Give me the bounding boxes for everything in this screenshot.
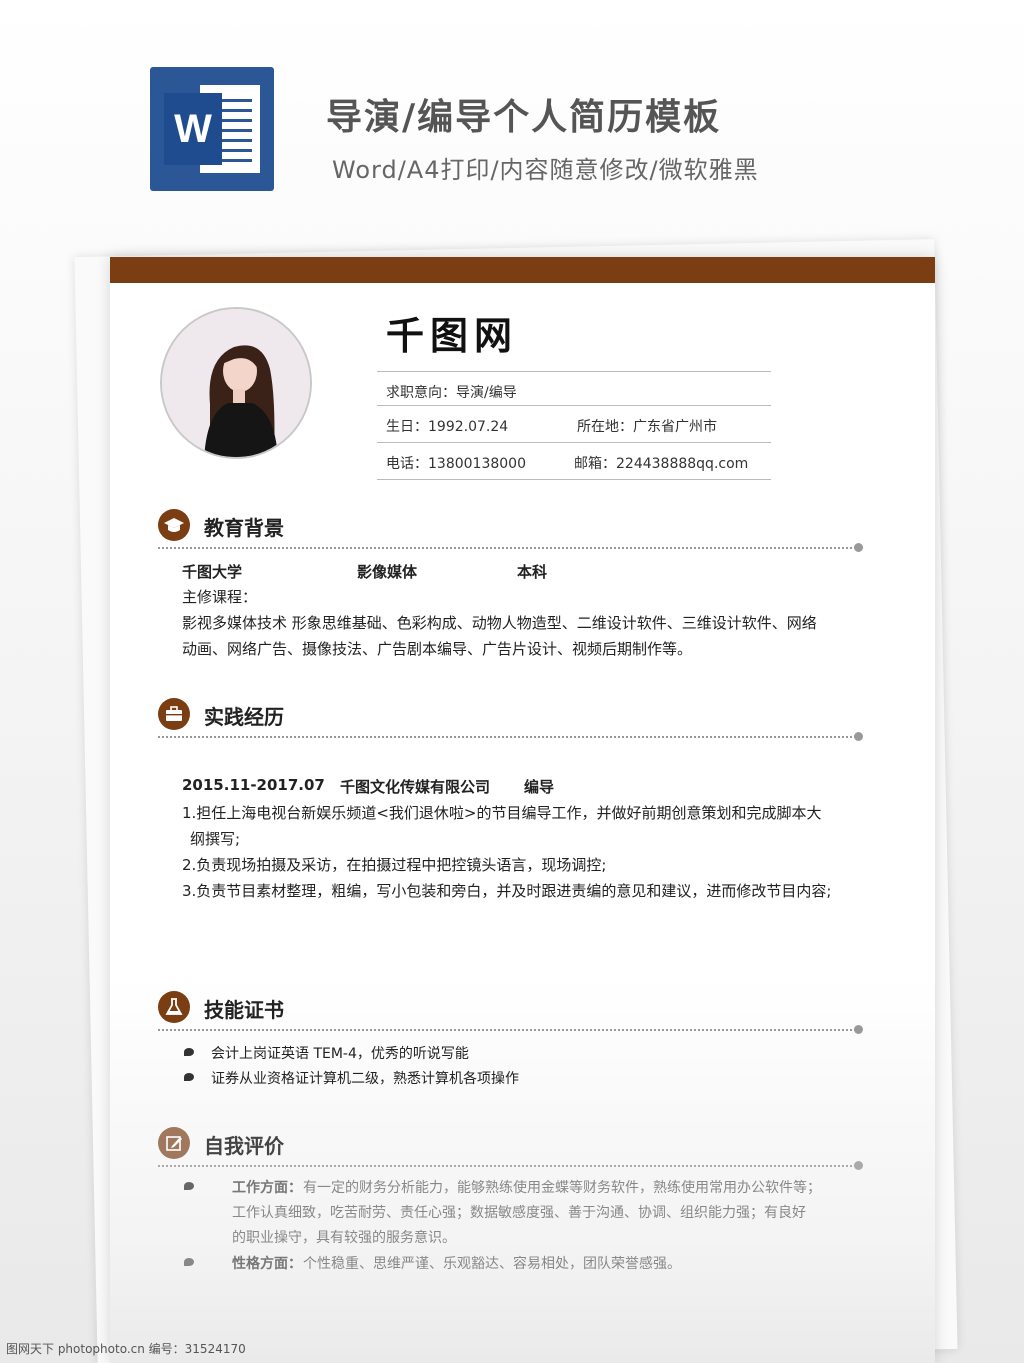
objective-row: 求职意向：导演/编导 <box>377 371 771 407</box>
job-objective: 求职意向：导演/编导 <box>386 385 517 401</box>
section-evaluation-header: 自我评价 <box>158 1127 863 1170</box>
graduation-cap-icon <box>158 509 190 541</box>
email: 邮箱：224438888qq.com <box>574 456 749 472</box>
skill-item: 证券从业资格证计算机二级，熟悉计算机各项操作 <box>211 1071 519 1087</box>
work-aspect-text-line3: 的职业操守，具有较强的服务意识。 <box>232 1230 456 1246</box>
dotted-divider <box>158 1029 856 1031</box>
section-experience-header: 实践经历 <box>158 698 863 741</box>
company-name: 千图文化传媒有限公司 <box>340 778 491 796</box>
section-title: 技能证书 <box>204 998 284 1022</box>
duty-item-3: 3.负责节目素材整理，粗编，写小包装和旁白，并及时跟进责编的意见和建议，进而修改… <box>182 882 832 900</box>
birth-date: 生日：1992.07.24 <box>386 419 509 435</box>
major: 影像媒体 <box>357 563 418 581</box>
template-title: 导演/编导个人简历模板 <box>326 97 722 138</box>
section-title: 教育背景 <box>204 516 284 540</box>
work-aspect-label: 工作方面： <box>232 1180 302 1196</box>
dotted-divider <box>158 736 856 738</box>
duty-item-1: 1.担任上海电视台新娱乐频道<我们退休啦>的节目编导工作，并做好前期创意策划和完… <box>182 804 822 822</box>
avatar <box>160 307 312 459</box>
school-name: 千图大学 <box>182 563 243 581</box>
speech-bullet-icon <box>184 1182 194 1190</box>
divider-end-dot <box>854 1025 863 1034</box>
courses-text-line1: 影视多媒体技术 形象思维基础、色彩构成、动物人物造型、二维设计软件、三维设计软件… <box>182 614 817 632</box>
word-icon: W <box>150 67 274 191</box>
divider-end-dot <box>854 732 863 741</box>
contact-row: 电话：13800138000 邮箱：224438888qq.com <box>377 442 771 478</box>
dotted-divider <box>158 1165 856 1167</box>
dotted-divider <box>158 547 856 549</box>
template-subtitle: Word/A4打印/内容随意修改/微软雅黑 <box>332 156 759 184</box>
portrait-photo <box>162 309 310 457</box>
speech-bullet-icon <box>184 1048 194 1056</box>
courses-label: 主修课程： <box>182 588 258 606</box>
degree: 本科 <box>517 563 548 581</box>
birth-location-row: 生日：1992.07.24 所在地：广东省广州市 <box>377 405 771 441</box>
personality-label: 性格方面： <box>232 1256 302 1272</box>
section-education-header: 教育背景 <box>158 509 863 552</box>
speech-bullet-icon <box>184 1258 194 1266</box>
duty-item-1-cont: 纲撰写; <box>190 830 241 848</box>
resume-page: 千图网 求职意向：导演/编导 生日：1992.07.24 所在地：广东省广州市 … <box>110 257 935 1363</box>
section-skills-header: 技能证书 <box>158 991 863 1034</box>
section-title: 实践经历 <box>204 705 284 729</box>
phone: 电话：13800138000 <box>386 456 526 472</box>
edit-icon <box>158 1127 190 1159</box>
word-letter: W <box>164 93 222 165</box>
flask-icon <box>158 991 190 1023</box>
courses-text-line2: 动画、网络广告、摄像技法、广告剧本编导、广告片设计、视频后期制作等。 <box>182 640 693 658</box>
divider-end-dot <box>854 1161 863 1170</box>
personality-text: 个性稳重、思维严谨、乐观豁达、容易相处，团队荣誉感强。 <box>303 1256 681 1272</box>
watermark-credit: 图网天下 photophoto.cn 编号：31524170 <box>6 1342 246 1356</box>
info-divider <box>377 479 771 480</box>
speech-bullet-icon <box>184 1073 194 1081</box>
work-aspect-text-line2: 工作认真细致，吃苦耐劳、责任心强；数据敏感度强、善于沟通、协调、组织能力强；有良… <box>232 1205 806 1221</box>
briefcase-icon <box>158 698 190 730</box>
work-aspect-text-line1: 有一定的财务分析能力，能够熟练使用金蝶等财务软件，熟练使用常用办公软件等； <box>303 1180 821 1196</box>
skill-item: 会计上岗证英语 TEM-4，优秀的听说写能 <box>211 1046 469 1062</box>
accent-top-bar <box>110 257 935 283</box>
divider-end-dot <box>854 543 863 552</box>
location: 所在地：广东省广州市 <box>577 419 717 435</box>
duty-item-2: 2.负责现场拍摄及采访，在拍摄过程中把控镜头语言，现场调控; <box>182 856 607 874</box>
job-role: 编导 <box>524 778 555 796</box>
section-title: 自我评价 <box>204 1134 284 1158</box>
experience-period: 2015.11-2017.07 <box>182 776 325 794</box>
candidate-name: 千图网 <box>386 314 519 358</box>
